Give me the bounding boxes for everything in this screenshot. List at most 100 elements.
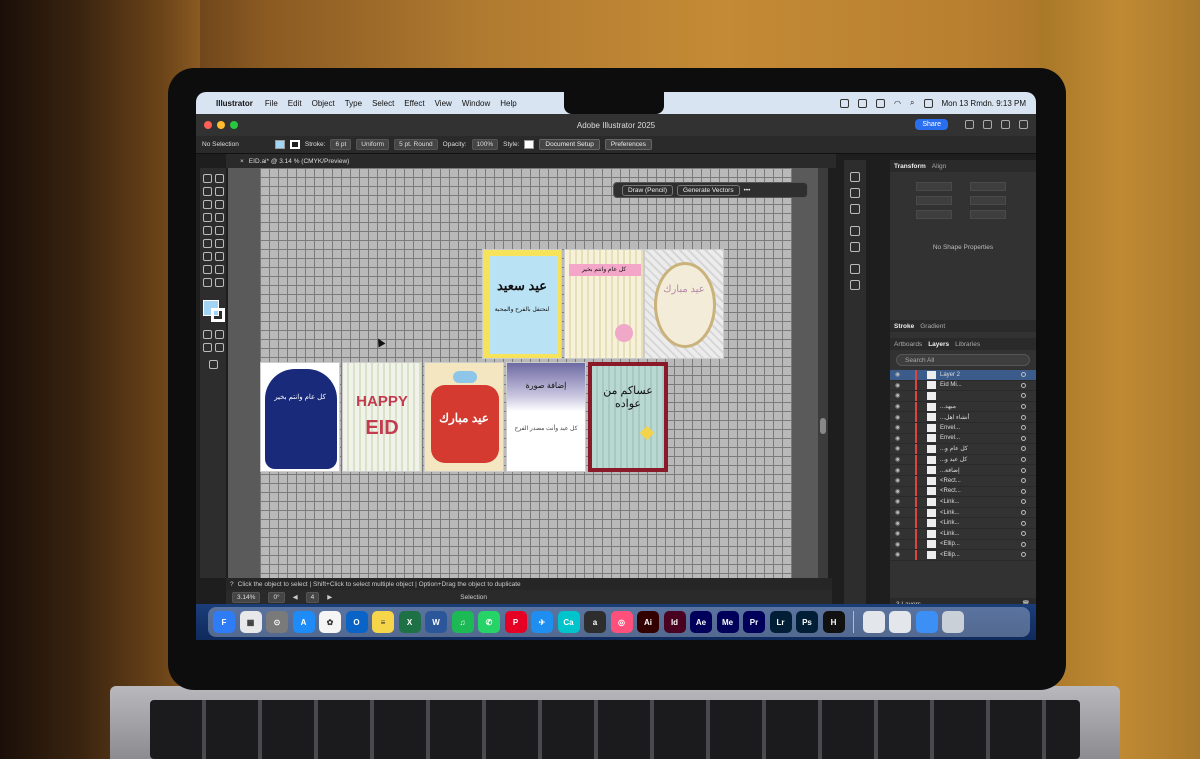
document-tab[interactable]: × EID.ai* @ 3.14 % (CMYK/Preview) [226,154,836,168]
height-field[interactable] [970,196,1006,205]
layer-row[interactable]: ◉ <Ellip... [890,549,1036,561]
edit-toolbar-icon[interactable] [209,360,218,369]
tab-gradient[interactable]: Gradient [920,323,945,330]
dock-app-icon[interactable]: Ps [796,611,818,633]
menu-select[interactable]: Select [372,99,394,108]
more-options-button[interactable]: ••• [744,187,751,194]
menu-object[interactable]: Object [312,99,335,108]
style-swatch[interactable] [524,140,535,149]
cloud-icon[interactable] [983,120,992,129]
menu-effect[interactable]: Effect [404,99,424,108]
layer-row[interactable]: ◉ Envel... [890,422,1036,434]
share-button[interactable]: Share [915,119,948,130]
wifi-icon[interactable]: ◠ [894,99,901,108]
layer-row[interactable]: ◉ <Link... [890,518,1036,529]
links-panel-icon[interactable] [850,280,860,290]
dock-app-icon[interactable]: Id [663,611,686,633]
menu-app-name[interactable]: Illustrator [216,99,253,108]
lasso-tool-icon[interactable] [215,239,224,248]
direct-selection-tool-icon[interactable] [215,174,224,183]
dock-app-icon[interactable]: ✈ [531,611,553,633]
layer-row[interactable]: ◉ <Rect... [890,486,1036,498]
menu-view[interactable]: View [435,99,452,108]
dock-app-icon[interactable]: W [425,611,447,633]
dock-app-icon[interactable]: Me [716,611,739,633]
dock-app-icon[interactable]: a [584,611,606,633]
rotate-tool-icon[interactable] [215,213,224,222]
layer-row[interactable]: ◉ <Link... [890,507,1036,519]
shape-builder-tool-icon[interactable] [203,239,212,248]
eye-icon[interactable]: ◉ [895,435,903,442]
eye-icon[interactable]: ◉ [895,445,903,452]
scale-tool-icon[interactable] [215,226,224,235]
menubar-datetime[interactable]: Mon 13 Rmdn. 9:13 PM [942,99,1026,108]
eye-icon[interactable]: ◉ [895,498,903,505]
pasteboard-grid[interactable]: Draw (Pencil) Generate Vectors ••• عيد س… [260,168,808,578]
layer-row[interactable]: ◉ ...إضافة [890,465,1036,476]
dock-app-icon[interactable]: ▦ [239,611,262,633]
dock-app-icon[interactable]: X [398,611,421,633]
screen-mode-icon[interactable] [215,343,224,352]
layer-row[interactable]: ◉ Eid Mi... [890,380,1036,392]
generate-vectors-button[interactable]: Generate Vectors [677,184,740,196]
stroke-weight-field[interactable]: 6 pt [330,139,352,150]
dock-app-icon[interactable]: Ca [557,611,580,633]
rectangle-tool-icon[interactable] [203,200,212,209]
preferences-button[interactable]: Preferences [604,139,652,150]
eye-icon[interactable]: ◉ [895,520,903,527]
dock-app-icon[interactable]: ◎ [610,611,633,633]
dock-app-icon[interactable]: A [292,611,315,633]
layer-row[interactable]: ◉ ...كل عيد و [890,454,1036,466]
control-center-icon[interactable] [840,98,850,108]
scrollbar-thumb[interactable] [820,418,826,434]
dock-app-icon[interactable]: F [213,611,235,633]
artboard-tool-icon[interactable] [203,265,212,274]
dock-app-icon[interactable]: Pr [743,611,765,633]
export-panel-icon[interactable] [850,264,860,274]
eye-icon[interactable]: ◉ [895,509,903,516]
canvas-area[interactable]: Draw (Pencil) Generate Vectors ••• عيد س… [228,168,828,578]
eye-icon[interactable]: ◉ [895,551,903,558]
search-icon[interactable]: ⌕ [910,98,914,108]
fill-swatch[interactable] [274,140,285,149]
eye-icon[interactable]: ◉ [895,424,903,431]
menu-window[interactable]: Window [462,99,490,108]
layers-search-input[interactable]: Search All [896,354,1030,366]
none-color-icon[interactable] [215,330,224,339]
artboard-number-field[interactable]: 4 [305,591,320,603]
layer-row[interactable]: ◉ Layer 2 [890,369,1036,381]
layer-row[interactable]: ◉ ...أنشاء اهل [890,412,1036,423]
eye-icon[interactable]: ◉ [895,477,903,484]
draw-pencil-button[interactable]: Draw (Pencil) [622,184,674,196]
rotate-field[interactable] [916,210,952,219]
layer-row[interactable]: ◉ <Link... [890,528,1036,540]
artboard-card-red-tag[interactable]: عيد مبارك [424,362,504,472]
layer-row[interactable]: ◉ <Link... [890,496,1036,508]
brushes-panel-icon[interactable] [850,242,860,252]
eye-icon[interactable]: ◉ [895,456,903,463]
tab-transform[interactable]: Transform [894,163,926,170]
close-tab-icon[interactable]: × [240,158,244,165]
artboard-card-navy[interactable]: كل عام وانتم بخير [260,362,340,472]
artboard-card-oval-frame[interactable]: عيد مبارك [644,249,724,359]
display-icon[interactable] [923,98,933,108]
artboard-card-pink-ribbon[interactable]: كل عام وانتم بخير [564,249,644,359]
shear-field[interactable] [970,210,1006,219]
tab-artboards[interactable]: Artboards [894,341,922,348]
tab-libraries[interactable]: Libraries [955,341,980,348]
menu-edit[interactable]: Edit [288,99,302,108]
document-setup-button[interactable]: Document Setup [539,139,600,150]
help-icon[interactable]: ? [230,581,234,588]
paragraph-panel-icon[interactable] [850,188,860,198]
color-mode-icon[interactable] [203,330,212,339]
opacity-field[interactable]: 100% [471,139,499,150]
dock-trash-icon[interactable] [942,611,964,633]
battery-icon[interactable] [876,98,886,108]
lightbulb-icon[interactable] [965,120,974,129]
menu-file[interactable]: File [265,99,278,108]
layer-row[interactable]: ◉ ...مبهد [890,401,1036,413]
dock-app-icon[interactable]: O [345,611,368,633]
eye-icon[interactable]: ◉ [895,530,903,537]
dock-app-icon[interactable]: H [822,611,845,633]
dock-mail-icon[interactable] [915,611,938,633]
